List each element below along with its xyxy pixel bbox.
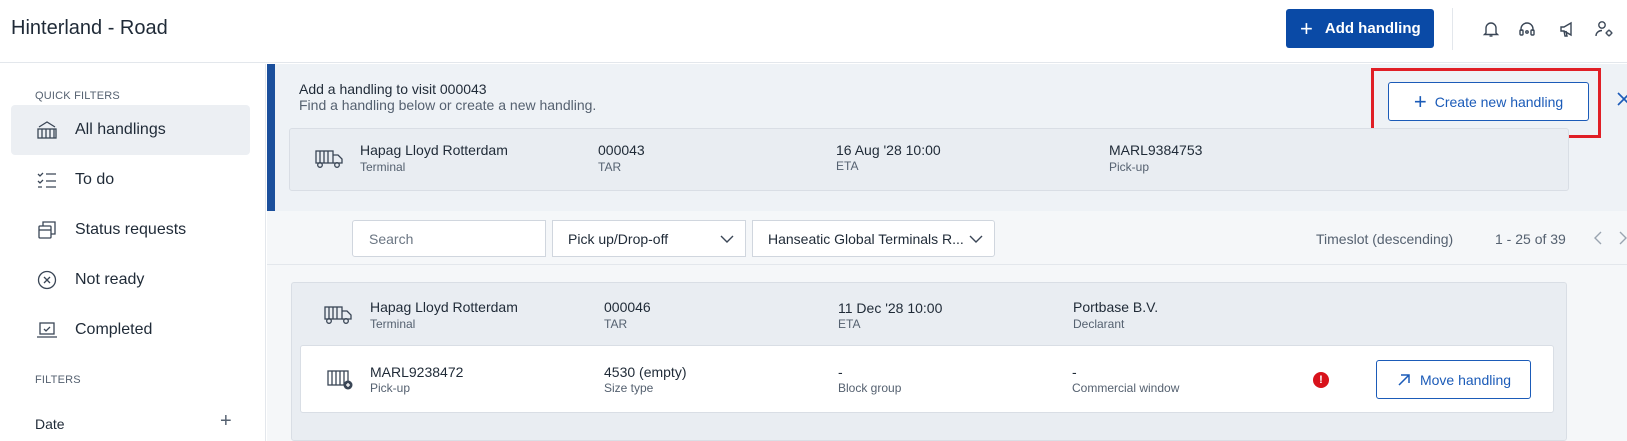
visit-terminal: Hapag Lloyd Rotterdam [360,142,508,158]
plus-icon: + [1300,15,1313,41]
visit-tar-label: TAR [598,160,622,174]
add-handling-button[interactable]: + Add handling [1286,9,1434,48]
visit-card-tar: 000046 [604,299,651,315]
visit-card-tar-label: TAR [604,317,628,331]
banner-subtitle: Find a handling below or create a new ha… [299,97,597,113]
chevron-left-icon[interactable] [1590,229,1606,247]
top-bar: Hinterland - Road + Add handling [0,0,1627,63]
handling-window-label: Commercial window [1072,381,1180,395]
filter-toolbar: Search Pick up/Drop-off Hanseatic Global… [267,211,1627,265]
terminal-filter-value: Hanseatic Global Terminals R... [768,230,964,247]
crane-icon [35,118,59,142]
sidebar-item-label: Not ready [75,271,145,288]
handling-size: 4530 (empty) [604,364,687,380]
sidebar-item-not-ready[interactable]: Not ready [11,255,250,305]
move-handling-button[interactable]: Move handling [1376,360,1531,399]
create-new-handling-button[interactable]: + Create new handling [1388,82,1589,121]
visit-tar: 000043 [598,142,645,158]
chevron-right-icon[interactable] [1615,229,1627,247]
checklist-icon [35,168,59,192]
search-input[interactable]: Search [352,220,546,257]
chevron-down-icon [719,231,735,247]
sidebar-item-label: Status requests [75,221,187,238]
sidebar-item-label: All handlings [75,121,166,138]
handling-row[interactable]: MARL9238472 Pick-up 4530 (empty) Size ty… [300,345,1554,413]
sidebar-item-label: To do [75,171,115,188]
filters-heading: FILTERS [35,374,81,386]
megaphone-icon[interactable] [1556,18,1578,40]
arrow-up-right-icon [1398,373,1410,386]
x-circle-icon [35,268,59,292]
sidebar-item-label: Completed [75,321,153,338]
handling-window: - [1072,364,1077,380]
sidebar-item-to-do[interactable]: To do [11,155,250,205]
laptop-check-icon [35,318,59,342]
date-filter-label[interactable]: Date [35,416,65,432]
container-icon [327,367,359,391]
visit-terminal-label: Terminal [360,160,406,174]
copy-icon [35,218,59,242]
handling-block: - [838,364,843,380]
handling-block-label: Block group [838,381,902,395]
sidebar-item-completed[interactable]: Completed [11,305,250,355]
banner-title: Add a handling to visit 000043 [299,81,487,97]
add-handling-label: Add handling [1324,20,1421,37]
bell-icon[interactable] [1480,18,1502,40]
visit-card-terminal-label: Terminal [370,317,416,331]
truck-icon [324,304,356,328]
headset-icon[interactable] [1516,18,1538,40]
type-filter-dropdown[interactable]: Pick up/Drop-off [552,220,746,257]
truck-icon [315,148,347,172]
create-new-handling-label: Create new handling [1434,93,1564,110]
visit-card-declarant: Portbase B.V. [1073,299,1159,315]
sidebar-item-all-handlings[interactable]: All handlings [11,105,250,155]
alert-icon[interactable]: ! [1313,372,1329,388]
visit-eta: 16 Aug '28 10:00 [836,142,941,158]
close-icon[interactable] [1613,88,1627,110]
handling-container-label: Pick-up [370,381,411,395]
type-filter-value: Pick up/Drop-off [568,230,669,247]
terminal-filter-dropdown[interactable]: Hanseatic Global Terminals R... [752,220,995,257]
sidebar: QUICK FILTERS All handlings To do Status… [0,64,266,441]
header-divider [1452,8,1453,50]
visit-card-terminal: Hapag Lloyd Rotterdam [370,299,518,315]
move-handling-label: Move handling [1419,371,1512,388]
plus-icon: + [1413,88,1427,114]
visit-card-eta: 11 Dec '28 10:00 [838,300,943,316]
main-content: Add a handling to visit 000043 Find a ha… [267,64,1627,441]
visit-container: MARL9384753 [1109,142,1203,158]
visit-card-eta-label: ETA [838,317,861,331]
visit-summary-card: Hapag Lloyd Rotterdam Terminal 000043 TA… [289,128,1569,191]
sidebar-item-status-requests[interactable]: Status requests [11,205,250,255]
quick-filters-heading: QUICK FILTERS [35,90,120,102]
handling-container: MARL9238472 [370,364,464,380]
visit-eta-label: ETA [836,159,859,173]
user-settings-icon[interactable] [1594,18,1616,40]
chevron-down-icon [968,231,984,247]
handling-size-label: Size type [604,381,654,395]
visit-container-label: Pick-up [1109,160,1150,174]
visit-card-declarant-label: Declarant [1073,317,1125,331]
app-title: Hinterland - Road [11,17,168,39]
add-date-filter-icon[interactable]: + [220,410,232,433]
sort-label[interactable]: Timeslot (descending) [1316,231,1453,247]
pagination-label: 1 - 25 of 39 [1495,231,1566,247]
add-handling-banner: Add a handling to visit 000043 Find a ha… [267,64,1627,211]
